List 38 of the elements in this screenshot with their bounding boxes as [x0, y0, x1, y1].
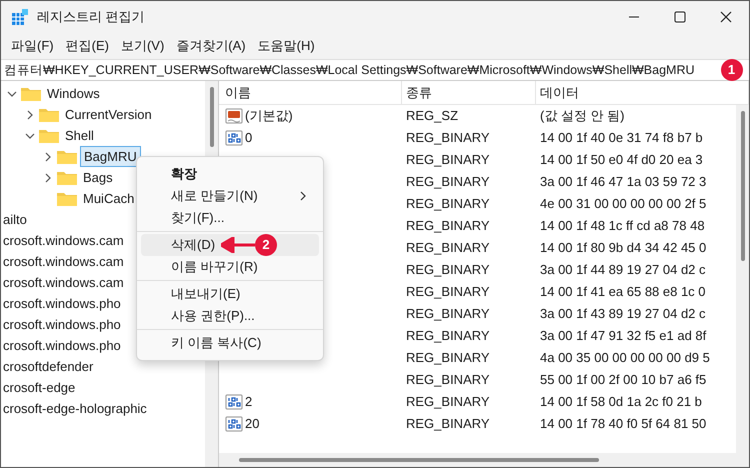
value-type: REG_BINARY [405, 415, 491, 434]
value-data: 3a 00 1f 47 91 32 f5 e1 ad 8f [539, 327, 708, 346]
value-type: REG_BINARY [405, 283, 491, 302]
value-type: REG_BINARY [405, 261, 491, 280]
value-name: 2 [245, 393, 252, 412]
value-type: REG_BINARY [405, 349, 491, 368]
value-data: 3a 00 1f 46 47 1a 03 59 72 3 [539, 173, 708, 192]
value-data: 3a 00 1f 43 89 19 27 04 d2 c [539, 305, 707, 324]
value-type: REG_BINARY [405, 305, 491, 324]
value-data: 14 00 1f 50 e0 4f d0 20 ea 3 [539, 151, 704, 170]
value-type: REG_BINARY [405, 239, 491, 258]
value-data: 14 00 1f 80 9b d4 34 42 45 0 [539, 239, 708, 258]
value-data: 4a 00 35 00 00 00 00 00 d9 5 [539, 349, 711, 368]
value-type: REG_BINARY [405, 217, 491, 236]
value-data: 3a 00 1f 44 89 19 27 04 d2 c [539, 261, 707, 280]
value-type: REG_BINARY [405, 327, 491, 346]
value-type: REG_BINARY [405, 393, 491, 412]
value-data: 14 00 1f 58 0d 1a 2c f0 21 b [539, 393, 703, 412]
value-type: REG_BINARY [405, 129, 491, 148]
value-data: 4e 00 31 00 00 00 00 00 2f 5 [539, 195, 708, 214]
value-type: REG_BINARY [405, 173, 491, 192]
step-badge: 1 [720, 59, 742, 81]
value-type: REG_BINARY [405, 151, 491, 170]
value-data: 14 00 1f 41 ea 65 88 e8 1c 0 [539, 283, 707, 302]
window-title: 레지스트리 편집기 [37, 8, 146, 26]
value-type: REG_BINARY [405, 195, 491, 214]
value-data: 55 00 1f 00 2f 00 10 b7 a6 f5 [539, 371, 708, 390]
value-data: 14 00 1f 78 40 f0 5f 64 81 50 [539, 415, 708, 434]
address-bar-path: 컴퓨터₩HKEY_CURRENT_USER₩Software₩Classes₩Local Settings₩Software₩Microsoft₩Windows₩Shell₩BagMRU [4, 62, 696, 79]
value-name: 20 [245, 415, 260, 434]
value-name: (기본값) [245, 107, 293, 126]
value-type: REG_SZ [405, 107, 460, 126]
value-data: (값 설정 안 됨) [539, 107, 626, 126]
value-data: 14 00 1f 40 0e 31 74 f8 b7 b [539, 129, 704, 148]
value-type: REG_BINARY [405, 371, 491, 390]
value-data: 14 00 1f 48 1c ff cd a8 78 48 [539, 217, 706, 236]
step-badge: 2 [255, 234, 277, 256]
value-name: 0 [245, 129, 252, 148]
